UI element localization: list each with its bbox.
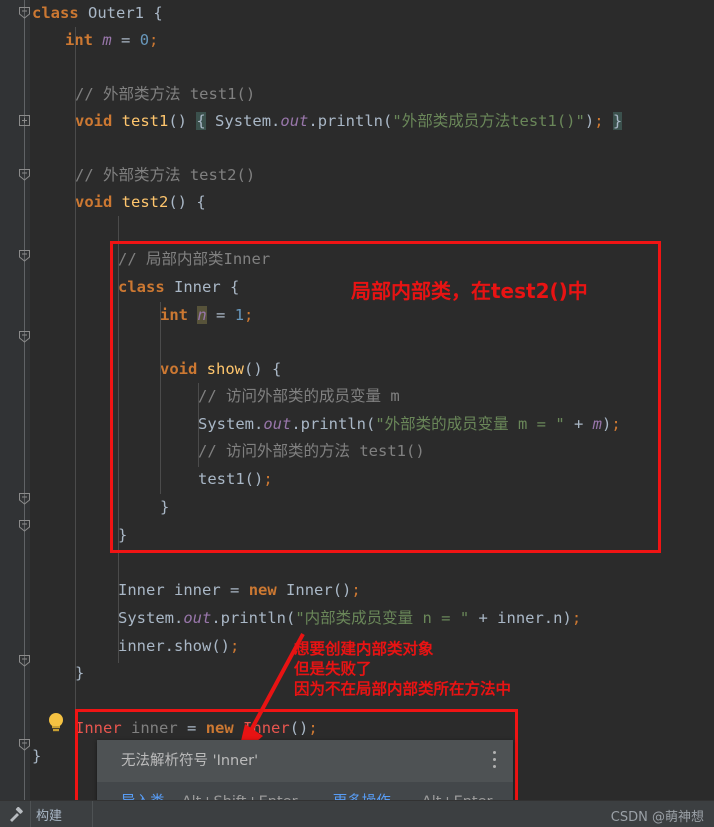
code-token: inner.show() [118,637,230,655]
code-token: { [196,112,206,130]
code-token: void [75,193,113,211]
code-token: { [187,193,206,211]
status-bar: 构建 CSDN @萌神想 [0,800,714,827]
code-token: ) [562,609,572,627]
code-line[interactable]: } [75,660,84,687]
code-token: ; [594,112,604,130]
code-line[interactable]: void test2() { [75,189,206,216]
status-separator [92,801,93,827]
code-token: "外部类成员方法test1()" [392,112,585,130]
code-token: .println( [211,609,296,627]
build-label[interactable]: 构建 [36,805,62,824]
ide-editor-window: class Outer1 {int m = 0;// 外部类方法 test1()… [0,0,714,827]
code-token: out [183,609,212,627]
code-token: test2 [121,193,169,211]
watermark: CSDN @萌神想 [610,810,704,825]
code-token: ; [571,609,582,627]
annotation-failure-line3: 因为不在局部内部类所在方法中 [294,680,512,698]
code-token: m [102,31,112,49]
code-token: n [553,609,563,627]
code-token: { [144,4,163,22]
code-token: ; [351,581,361,599]
code-token: ; [149,31,159,49]
code-token: class [32,4,79,22]
code-token: System. [118,609,184,627]
code-token: ) [584,112,595,130]
code-line[interactable]: Inner inner = new Inner(); [118,577,361,604]
code-line[interactable]: void test1() { System.out.println("外部类成员… [75,108,623,135]
code-token: System. [205,112,281,130]
code-token: // 外部类方法 test1() [75,85,256,103]
code-line[interactable]: int m = 0; [65,27,158,54]
code-token: int [65,31,93,49]
code-token: "内部类成员变量 n = " [295,609,470,627]
code-line[interactable]: // 外部类方法 test1() [75,81,255,108]
code-token: test1 [121,112,169,130]
code-token: Inner [286,581,333,599]
code-token: new [248,581,277,599]
code-line[interactable]: // 外部类方法 test2() [75,162,255,189]
code-token: Outer1 [88,4,145,22]
status-separator [30,801,31,827]
code-token: } [75,664,85,682]
code-token: void [75,112,113,130]
build-hammer-icon[interactable] [8,806,24,823]
code-token: = [111,31,140,49]
code-token: } [32,747,42,765]
code-token: } [612,112,623,130]
code-token: inner [174,581,221,599]
code-line[interactable]: inner.show(); [118,633,239,660]
code-token: = [220,581,249,599]
code-line[interactable]: System.out.println("内部类成员变量 n = " + inne… [118,605,581,632]
code-line[interactable]: class Outer1 { [32,0,163,27]
code-line[interactable]: } [32,743,41,770]
annotation-inner-class: 局部内部类，在test2()中 [351,279,588,303]
code-token: Inner [118,581,165,599]
code-token: () [168,193,188,211]
code-token: 0 [139,31,150,49]
popup-message: 无法解析符号 'Inner' [97,740,513,782]
code-token: () [332,581,352,599]
code-token: + inner. [469,609,554,627]
code-token: .println( [308,112,393,130]
code-token: // 外部类方法 test2() [75,166,256,184]
indent-guide [75,27,76,761]
more-options-icon[interactable] [493,751,497,771]
code-token: () [168,112,188,130]
code-token: out [280,112,309,130]
